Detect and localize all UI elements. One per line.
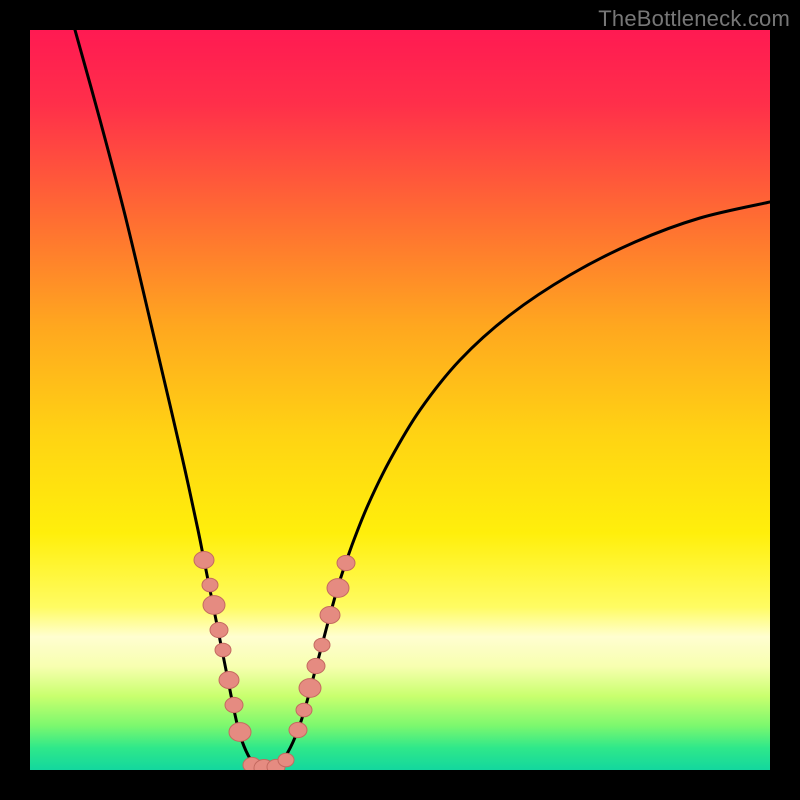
watermark-text: TheBottleneck.com [598,6,790,32]
background-gradient [30,30,770,770]
chart-frame [30,30,770,770]
